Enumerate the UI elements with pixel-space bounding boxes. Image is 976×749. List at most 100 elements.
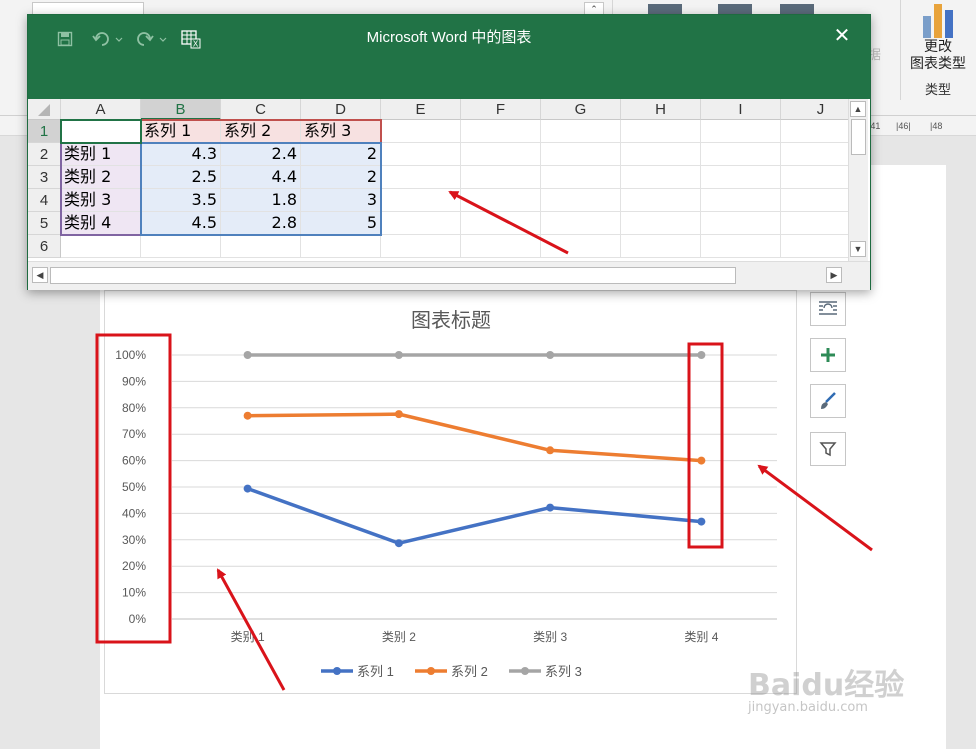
column-header-h[interactable]: H: [621, 99, 701, 120]
data-point[interactable]: [546, 351, 555, 359]
scroll-down-icon[interactable]: ▼: [850, 241, 866, 257]
cell-d6[interactable]: [301, 235, 381, 258]
cell-e1[interactable]: [381, 120, 461, 143]
data-point[interactable]: [243, 411, 252, 420]
data-point[interactable]: [546, 503, 555, 512]
cell-d2[interactable]: 2: [301, 143, 381, 166]
cell-b3[interactable]: 2.5: [141, 166, 221, 189]
cell-h2[interactable]: [621, 143, 701, 166]
cell-e4[interactable]: [381, 189, 461, 212]
cell-h4[interactable]: [621, 189, 701, 212]
cell-g5[interactable]: [541, 212, 621, 235]
data-point[interactable]: [394, 410, 403, 419]
legend-label[interactable]: 系列 3: [545, 664, 582, 679]
cell-f3[interactable]: [461, 166, 541, 189]
row-header-1[interactable]: 1: [28, 120, 61, 143]
cell-a2[interactable]: 类别 1: [61, 143, 141, 166]
cell-b4[interactable]: 3.5: [141, 189, 221, 212]
chart-elements-plus-icon[interactable]: [810, 338, 846, 372]
cell-c1[interactable]: 系列 2: [221, 120, 301, 143]
cell-i6[interactable]: [701, 235, 781, 258]
column-header-c[interactable]: C: [221, 99, 301, 120]
cell-i4[interactable]: [701, 189, 781, 212]
cell-f6[interactable]: [461, 235, 541, 258]
data-point[interactable]: [546, 446, 555, 455]
column-header-d[interactable]: D: [301, 99, 381, 120]
cell-g3[interactable]: [541, 166, 621, 189]
scroll-left-icon[interactable]: ◀: [32, 267, 48, 283]
chart-styles-brush-icon[interactable]: [810, 384, 846, 418]
change-chart-type-button[interactable]: 更改 图表类型 类型: [906, 4, 970, 104]
cell-h6[interactable]: [621, 235, 701, 258]
cell-h3[interactable]: [621, 166, 701, 189]
cell-a5[interactable]: 类别 4: [61, 212, 141, 235]
chart-filters-icon[interactable]: [810, 432, 846, 466]
cell-e3[interactable]: [381, 166, 461, 189]
column-header-i[interactable]: I: [701, 99, 781, 120]
cell-e2[interactable]: [381, 143, 461, 166]
series-line-1[interactable]: [247, 486, 702, 545]
cell-c6[interactable]: [221, 235, 301, 258]
column-header-b[interactable]: B: [141, 99, 221, 120]
chart-title[interactable]: 图表标题: [411, 309, 491, 332]
cell-i5[interactable]: [701, 212, 781, 235]
column-header-e[interactable]: E: [381, 99, 461, 120]
select-all-corner[interactable]: [28, 99, 61, 120]
horizontal-scrollbar[interactable]: ◀ ▶: [28, 261, 870, 290]
column-header-a[interactable]: A: [61, 99, 141, 120]
cell-b5[interactable]: 4.5: [141, 212, 221, 235]
row-header-2[interactable]: 2: [28, 143, 61, 166]
cell-f2[interactable]: [461, 143, 541, 166]
row-header-6[interactable]: 6: [28, 235, 61, 258]
cell-f5[interactable]: [461, 212, 541, 235]
cell-b1[interactable]: 系列 1: [141, 120, 221, 143]
column-header-g[interactable]: G: [541, 99, 621, 120]
cell-b2[interactable]: 4.3: [141, 143, 221, 166]
cell-a6[interactable]: [61, 235, 141, 258]
cell-d5[interactable]: 5: [301, 212, 381, 235]
cell-e5[interactable]: [381, 212, 461, 235]
cell-g6[interactable]: [541, 235, 621, 258]
scroll-up-icon[interactable]: ▲: [850, 101, 866, 117]
cell-e6[interactable]: [381, 235, 461, 258]
cell-d1[interactable]: 系列 3: [301, 120, 381, 143]
legend-label[interactable]: 系列 1: [357, 664, 394, 679]
data-point[interactable]: [394, 539, 403, 548]
cell-a4[interactable]: 类别 3: [61, 189, 141, 212]
cell-b6[interactable]: [141, 235, 221, 258]
layout-icon[interactable]: [648, 4, 682, 14]
cell-g4[interactable]: [541, 189, 621, 212]
cell-c4[interactable]: 1.8: [221, 189, 301, 212]
data-point[interactable]: [243, 484, 252, 493]
layout-options-icon[interactable]: [810, 292, 846, 326]
close-icon[interactable]: ✕: [830, 24, 854, 48]
series-line-2[interactable]: [247, 412, 702, 463]
data-point[interactable]: [697, 517, 706, 526]
data-point[interactable]: [394, 351, 403, 359]
cell-h5[interactable]: [621, 212, 701, 235]
cell-c3[interactable]: 4.4: [221, 166, 301, 189]
cell-h1[interactable]: [621, 120, 701, 143]
row-header-5[interactable]: 5: [28, 212, 61, 235]
cell-i3[interactable]: [701, 166, 781, 189]
data-point[interactable]: [243, 351, 252, 359]
scroll-thumb[interactable]: [851, 119, 866, 155]
cell-c5[interactable]: 2.8: [221, 212, 301, 235]
cell-i1[interactable]: [701, 120, 781, 143]
row-header-4[interactable]: 4: [28, 189, 61, 212]
cell-i2[interactable]: [701, 143, 781, 166]
cell-f4[interactable]: [461, 189, 541, 212]
cell-g2[interactable]: [541, 143, 621, 166]
cell-d3[interactable]: 2: [301, 166, 381, 189]
cell-a3[interactable]: 类别 2: [61, 166, 141, 189]
cell-a1[interactable]: [61, 120, 141, 143]
legend-label[interactable]: 系列 2: [451, 664, 488, 679]
line-chart[interactable]: 图表标题 0% 10% 20% 30% 40% 50% 60% 70% 80% 90% 100% 类…: [104, 290, 797, 694]
scroll-thumb[interactable]: [50, 267, 736, 284]
layout-icon[interactable]: [780, 4, 814, 14]
cell-f1[interactable]: [461, 120, 541, 143]
row-header-3[interactable]: 3: [28, 166, 61, 189]
vertical-scrollbar[interactable]: ▲ ▼: [848, 99, 868, 261]
data-point[interactable]: [697, 351, 706, 359]
cell-g1[interactable]: [541, 120, 621, 143]
